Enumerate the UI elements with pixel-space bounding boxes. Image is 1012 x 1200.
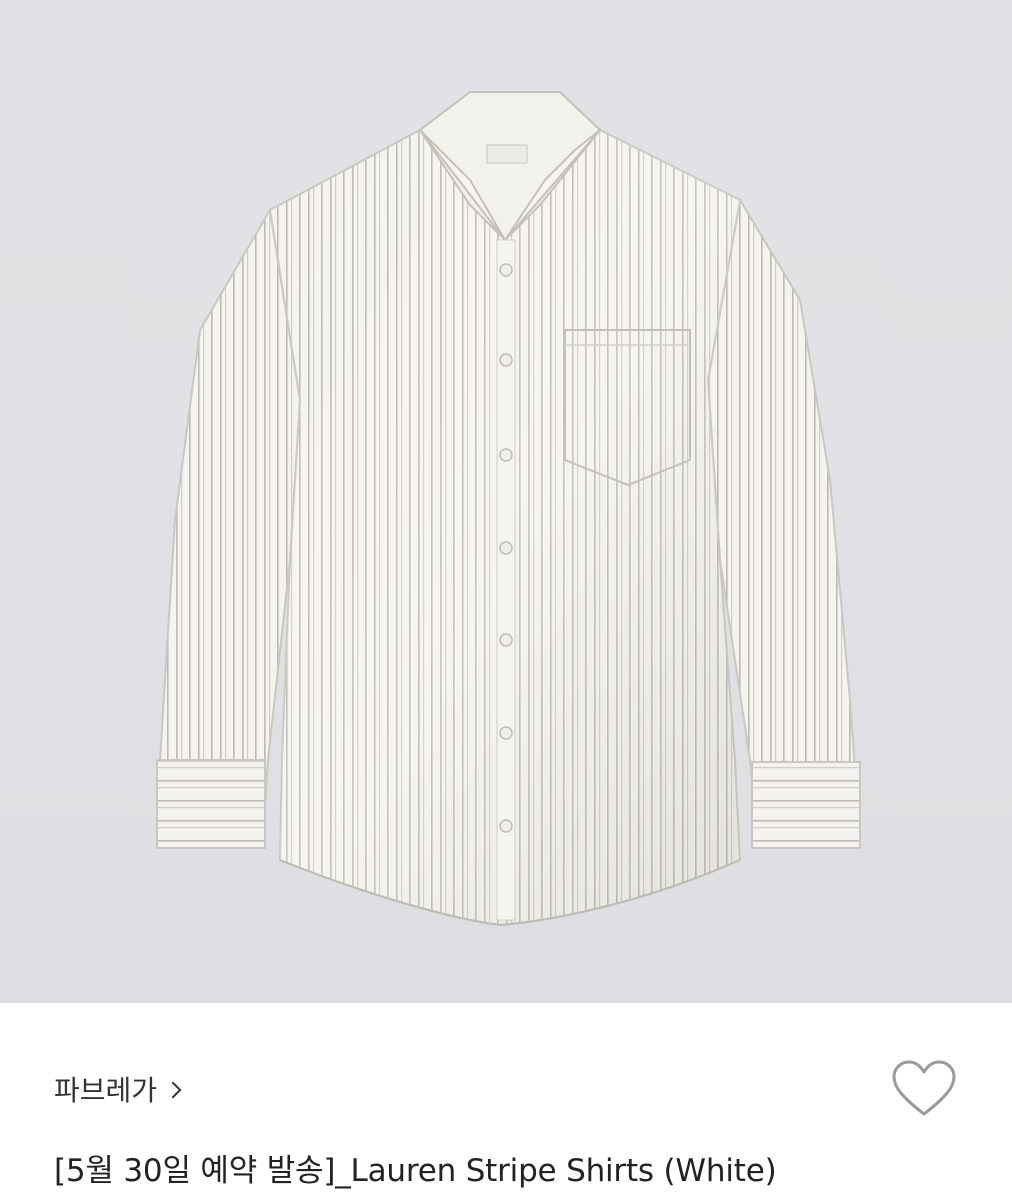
product-title: [5월 30일 예약 발송]_Lauren Stripe Shirts (Whi…: [54, 1153, 777, 1189]
brand-name: 파브레가: [54, 1074, 158, 1107]
product-info-section: 파브레가 [5월 30일 예약 발송]_Lauren Stripe Shirts…: [0, 1003, 1012, 1200]
product-page: 파브레가 [5월 30일 예약 발송]_Lauren Stripe Shirts…: [0, 0, 1012, 1200]
wishlist-button[interactable]: [890, 1059, 958, 1119]
product-image[interactable]: [0, 0, 1012, 1003]
heart-outline-icon: [892, 1060, 956, 1116]
shirt-illustration: [156, 91, 862, 927]
brand-link[interactable]: 파브레가: [54, 1069, 182, 1109]
chevron-right-icon: [164, 1081, 182, 1099]
